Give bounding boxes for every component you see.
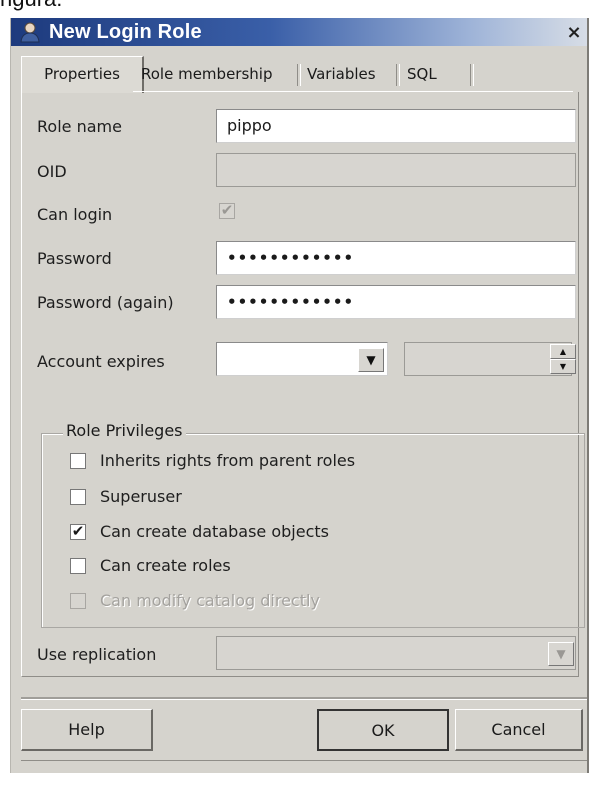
tab-divider xyxy=(470,64,474,86)
password-label: Password xyxy=(37,249,112,268)
create-db-checkbox[interactable]: ✔ xyxy=(70,524,86,540)
use-replication-select[interactable] xyxy=(216,636,576,670)
create-roles-label: Can create roles xyxy=(100,556,231,575)
create-roles-checkbox[interactable] xyxy=(70,558,86,574)
spin-up-icon[interactable]: ▲ xyxy=(550,344,576,359)
password-again-label: Password (again) xyxy=(37,293,174,312)
tab-role-membership[interactable]: Role membership xyxy=(137,58,276,90)
superuser-checkbox[interactable] xyxy=(70,489,86,505)
account-expires-label: Account expires xyxy=(37,352,165,371)
cancel-button[interactable]: Cancel xyxy=(455,709,583,751)
can-login-label: Can login xyxy=(37,205,113,224)
account-expires-time-input[interactable] xyxy=(404,342,572,376)
superuser-label: Superuser xyxy=(100,487,182,506)
help-button[interactable]: Help xyxy=(21,709,153,751)
user-icon xyxy=(20,22,40,43)
chevron-down-icon[interactable]: ▼ xyxy=(548,642,574,666)
tab-divider xyxy=(297,64,301,86)
footer-divider xyxy=(21,697,587,700)
role-name-input[interactable]: pippo xyxy=(216,109,576,143)
title-bar[interactable]: New Login Role × xyxy=(11,18,587,46)
page-fragment-text: ngura: xyxy=(0,0,62,11)
role-name-label: Role name xyxy=(37,117,122,136)
password-input[interactable]: •••••••••••• xyxy=(216,241,576,275)
inherits-label: Inherits rights from parent roles xyxy=(100,451,356,470)
can-login-checkbox[interactable]: ✔ xyxy=(219,203,235,219)
oid-input[interactable] xyxy=(216,153,576,187)
new-login-role-dialog: New Login Role × Properties Role members… xyxy=(10,18,589,773)
use-replication-label: Use replication xyxy=(37,645,157,664)
modify-catalog-checkbox[interactable] xyxy=(70,593,86,609)
ok-button[interactable]: OK xyxy=(317,709,449,751)
tab-sql[interactable]: SQL xyxy=(403,58,441,90)
chevron-down-icon[interactable]: ▼ xyxy=(358,348,384,372)
status-bar xyxy=(21,760,587,789)
password-again-input[interactable]: •••••••••••• xyxy=(216,285,576,319)
inherits-checkbox[interactable] xyxy=(70,453,86,469)
role-privileges-heading: Role Privileges xyxy=(63,421,186,440)
tab-variables[interactable]: Variables xyxy=(303,58,380,90)
spin-down-icon[interactable]: ▼ xyxy=(550,359,576,374)
modify-catalog-label: Can modify catalog directly xyxy=(100,591,320,610)
tab-properties[interactable]: Properties xyxy=(21,56,144,93)
tab-divider xyxy=(396,64,400,86)
close-button[interactable]: × xyxy=(564,23,584,42)
create-db-label: Can create database objects xyxy=(100,522,329,541)
oid-label: OID xyxy=(37,162,67,181)
window-title: New Login Role xyxy=(49,21,202,43)
